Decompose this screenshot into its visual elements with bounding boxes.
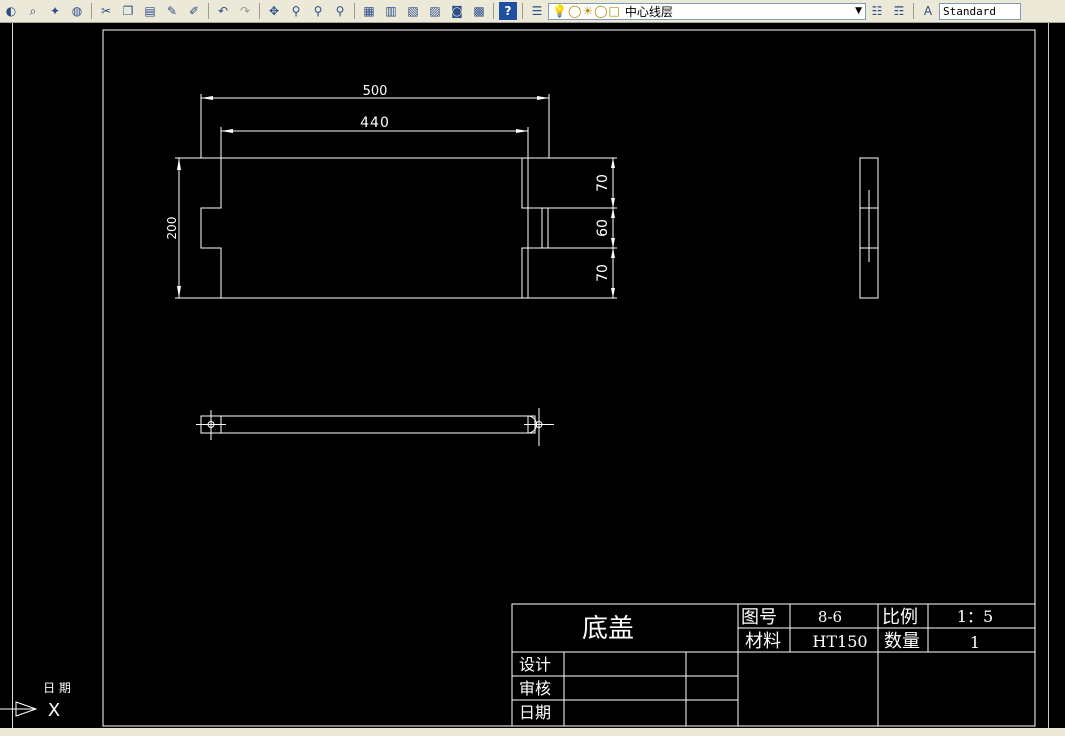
arrowhead: [611, 208, 615, 218]
design-label: 设计: [519, 655, 551, 674]
arrowhead: [611, 288, 615, 298]
dimension-text-60: 60: [595, 219, 611, 237]
dimension-text-70-top: 70: [595, 174, 611, 192]
ucs-icon: [0, 701, 38, 717]
arrowhead: [611, 248, 615, 258]
arrowhead: [611, 198, 615, 208]
arrowhead: [201, 96, 213, 100]
front-view-detail: [521, 158, 549, 298]
part-name: 底盖: [582, 614, 634, 644]
top-view-outline: [200, 415, 536, 434]
arrowhead: [177, 286, 181, 298]
arrowhead: [537, 96, 549, 100]
arrowhead: [516, 129, 528, 133]
arrowhead: [611, 158, 615, 168]
arrowhead: [221, 129, 233, 133]
drawing-canvas[interactable]: 500 440 200 70 60 70 底盖 图号 8-6 比例 1：5 材料…: [0, 0, 1048, 728]
layout-tabs-bar[interactable]: [0, 728, 1065, 736]
quantity-value: 1: [970, 633, 980, 652]
arrowhead: [611, 238, 615, 248]
date-label: 日期: [519, 703, 551, 722]
front-view-outline: [200, 157, 529, 299]
vertical-scrollbar[interactable]: [1048, 23, 1065, 736]
review-label: 审核: [519, 679, 551, 698]
material-label: 材料: [745, 631, 781, 652]
dimension-text-440: 440: [360, 115, 390, 131]
drawing-no-label: 图号: [741, 607, 777, 628]
scale-value: 1：5: [957, 607, 993, 626]
drawing-no-value: 8-6: [818, 608, 842, 626]
ucs-date-text: 日 期: [43, 681, 71, 695]
ucs-x-label: X: [48, 700, 60, 721]
quantity-label: 数量: [884, 631, 920, 652]
arrowhead: [177, 158, 181, 170]
dimension-text-500: 500: [363, 84, 388, 99]
dimension-text-200: 200: [165, 217, 179, 240]
material-value: HT150: [812, 632, 867, 651]
scale-label: 比例: [882, 607, 918, 628]
dimension-text-70-bottom: 70: [595, 264, 611, 282]
